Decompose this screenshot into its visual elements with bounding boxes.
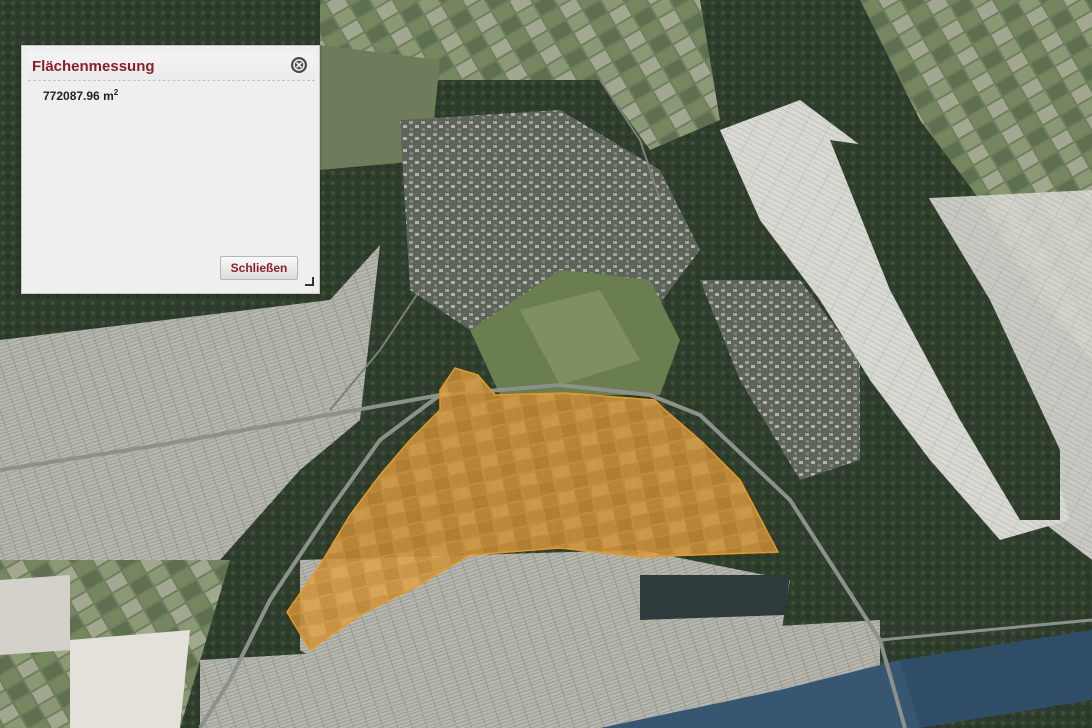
resize-handle-icon[interactable] — [304, 276, 314, 286]
area-result-value: 772087.96 — [43, 89, 100, 103]
area-measurement-dialog: Flächenmessung 772087.96 m2 Schließen — [21, 45, 320, 294]
close-button[interactable]: Schließen — [220, 256, 298, 280]
area-result: 772087.96 m2 — [43, 88, 118, 103]
area-result-exponent: 2 — [113, 88, 119, 97]
dialog-title: Flächenmessung — [32, 58, 155, 75]
area-result-unit: m — [103, 89, 114, 103]
close-circle-icon[interactable] — [290, 56, 308, 74]
dialog-header: Flächenmessung — [28, 52, 315, 81]
